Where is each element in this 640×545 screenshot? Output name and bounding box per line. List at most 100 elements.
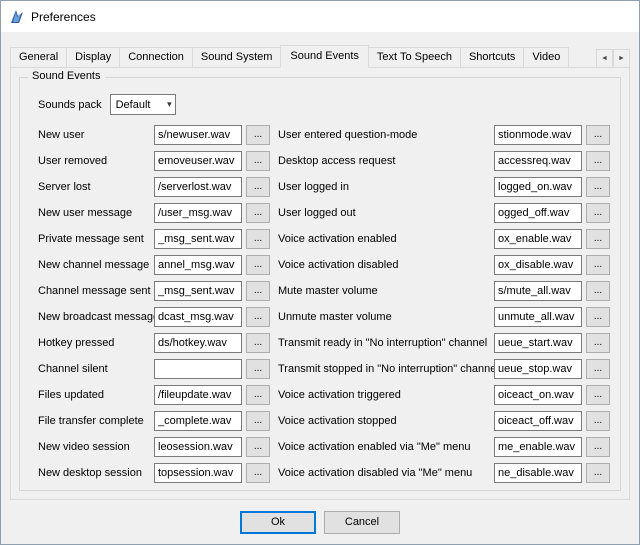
sound-file-input[interactable]: [494, 255, 582, 275]
tab-bar: General Display Connection Sound System …: [10, 45, 630, 68]
browse-button[interactable]: ...: [246, 151, 270, 171]
sound-file-input[interactable]: [494, 385, 582, 405]
sound-event-label: Transmit stopped in "No interruption" ch…: [278, 363, 494, 375]
browse-button[interactable]: ...: [586, 385, 610, 405]
browse-button[interactable]: ...: [246, 333, 270, 353]
sound-event-columns: New user... User removed... Server lost.…: [30, 125, 610, 483]
sound-file-input[interactable]: [494, 411, 582, 431]
sound-event-row: Voice activation triggered...: [278, 385, 610, 405]
tab-connection[interactable]: Connection: [119, 47, 193, 68]
browse-button[interactable]: ...: [246, 437, 270, 457]
browse-button[interactable]: ...: [246, 229, 270, 249]
sound-event-row: New user message...: [38, 203, 270, 223]
sounds-pack-label: Sounds pack: [38, 99, 102, 111]
sound-file-input[interactable]: [154, 463, 242, 483]
tab-scroll-left-icon[interactable]: ◄: [596, 49, 613, 68]
sound-event-row: Files updated...: [38, 385, 270, 405]
sound-event-row: Voice activation stopped...: [278, 411, 610, 431]
browse-button[interactable]: ...: [586, 281, 610, 301]
sound-file-input[interactable]: [154, 229, 242, 249]
sound-event-row: Voice activation enabled via "Me" menu..…: [278, 437, 610, 457]
browse-button[interactable]: ...: [246, 203, 270, 223]
sound-file-input[interactable]: [494, 359, 582, 379]
tab-sound-events[interactable]: Sound Events: [280, 45, 369, 68]
sound-event-label: Mute master volume: [278, 285, 494, 297]
sound-event-row: Mute master volume...: [278, 281, 610, 301]
tab-video[interactable]: Video: [523, 47, 569, 68]
sound-event-row: New video session...: [38, 437, 270, 457]
sound-event-row: User logged in...: [278, 177, 610, 197]
tab-shortcuts[interactable]: Shortcuts: [460, 47, 524, 68]
tab-display[interactable]: Display: [66, 47, 120, 68]
sound-file-input[interactable]: [154, 203, 242, 223]
sound-file-input[interactable]: [154, 255, 242, 275]
browse-button[interactable]: ...: [246, 281, 270, 301]
sound-file-input[interactable]: [494, 333, 582, 353]
sound-event-row: New user...: [38, 125, 270, 145]
browse-button[interactable]: ...: [586, 437, 610, 457]
tab-sound-system[interactable]: Sound System: [192, 47, 282, 68]
browse-button[interactable]: ...: [586, 177, 610, 197]
sound-event-row: Server lost...: [38, 177, 270, 197]
browse-button[interactable]: ...: [586, 463, 610, 483]
sound-event-label: New video session: [38, 441, 154, 453]
browse-button[interactable]: ...: [246, 307, 270, 327]
sound-file-input[interactable]: [154, 125, 242, 145]
tab-text-to-speech[interactable]: Text To Speech: [368, 47, 461, 68]
sound-file-input[interactable]: [494, 229, 582, 249]
sound-file-input[interactable]: [154, 359, 242, 379]
browse-button[interactable]: ...: [586, 151, 610, 171]
sound-file-input[interactable]: [494, 437, 582, 457]
browse-button[interactable]: ...: [586, 125, 610, 145]
browse-button[interactable]: ...: [586, 411, 610, 431]
sound-file-input[interactable]: [494, 177, 582, 197]
sound-file-input[interactable]: [154, 333, 242, 353]
sound-file-input[interactable]: [154, 151, 242, 171]
sound-file-input[interactable]: [154, 385, 242, 405]
sound-file-input[interactable]: [494, 281, 582, 301]
browse-button[interactable]: ...: [246, 359, 270, 379]
sound-file-input[interactable]: [494, 463, 582, 483]
sound-file-input[interactable]: [494, 203, 582, 223]
browse-button[interactable]: ...: [246, 255, 270, 275]
browse-button[interactable]: ...: [246, 385, 270, 405]
browse-button[interactable]: ...: [586, 203, 610, 223]
sound-file-input[interactable]: [154, 307, 242, 327]
ok-button[interactable]: Ok: [240, 511, 316, 534]
sound-event-row: File transfer complete...: [38, 411, 270, 431]
sounds-pack-select[interactable]: Default ▾: [110, 94, 176, 115]
browse-button[interactable]: ...: [586, 255, 610, 275]
sound-file-input[interactable]: [154, 177, 242, 197]
sound-event-row: Voice activation disabled...: [278, 255, 610, 275]
sound-file-input[interactable]: [154, 411, 242, 431]
browse-button[interactable]: ...: [586, 359, 610, 379]
sound-event-label: New user message: [38, 207, 154, 219]
sound-event-label: New channel message: [38, 259, 154, 271]
sound-file-input[interactable]: [154, 437, 242, 457]
sound-event-row: Transmit stopped in "No interruption" ch…: [278, 359, 610, 379]
sound-event-label: File transfer complete: [38, 415, 154, 427]
sound-file-input[interactable]: [494, 151, 582, 171]
tab-general[interactable]: General: [10, 47, 67, 68]
sound-event-row: New desktop session...: [38, 463, 270, 483]
tab-scroll-right-icon[interactable]: ►: [613, 49, 630, 68]
sound-event-label: User logged out: [278, 207, 494, 219]
browse-button[interactable]: ...: [586, 307, 610, 327]
sound-event-label: User entered question-mode: [278, 129, 494, 141]
browse-button[interactable]: ...: [586, 333, 610, 353]
sound-event-label: New desktop session: [38, 467, 154, 479]
browse-button[interactable]: ...: [246, 177, 270, 197]
browse-button[interactable]: ...: [586, 229, 610, 249]
browse-button[interactable]: ...: [246, 125, 270, 145]
sound-file-input[interactable]: [494, 307, 582, 327]
sound-file-input[interactable]: [494, 125, 582, 145]
tab-scrollers: ◄ ►: [596, 49, 630, 68]
preferences-dialog: Preferences General Display Connection S…: [0, 0, 640, 545]
sound-event-label: User logged in: [278, 181, 494, 193]
sound-event-row: User logged out...: [278, 203, 610, 223]
sound-event-label: Channel silent: [38, 363, 154, 375]
sound-file-input[interactable]: [154, 281, 242, 301]
browse-button[interactable]: ...: [246, 463, 270, 483]
cancel-button[interactable]: Cancel: [324, 511, 400, 534]
browse-button[interactable]: ...: [246, 411, 270, 431]
